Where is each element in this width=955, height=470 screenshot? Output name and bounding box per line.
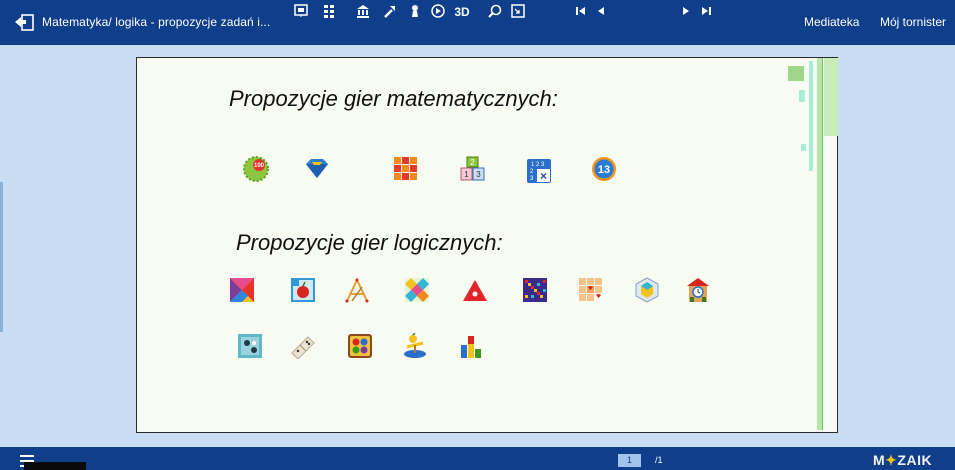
next-page-icon[interactable] <box>681 4 691 20</box>
clock-building-icon[interactable] <box>685 277 711 303</box>
app-title: Matematyka/ logika - propozycje zadań i.… <box>42 15 271 29</box>
game-100-icon[interactable]: 100 <box>243 156 269 182</box>
svg-text:2: 2 <box>470 158 475 167</box>
number-blocks-icon[interactable]: 213 <box>460 156 486 182</box>
logo-text-left: M <box>873 452 886 468</box>
heading-logic-games: Propozycje gier logicznych: <box>236 230 503 255</box>
decor-tick <box>801 144 806 151</box>
mozaik-logo: M✦ZAIK <box>873 452 932 469</box>
tools-icon[interactable] <box>383 4 397 20</box>
mediateka-link[interactable]: Mediateka <box>804 15 859 29</box>
heading-math-games: Propozycje gier matematycznych: <box>229 86 558 111</box>
hearts-grid-icon[interactable] <box>578 277 604 303</box>
decor-tick <box>799 90 805 102</box>
bar-blocks-icon[interactable] <box>459 333 485 359</box>
tooltip-strip <box>24 462 86 470</box>
svg-text:3: 3 <box>476 170 481 179</box>
logo-star-icon: ✦ <box>885 452 898 468</box>
dots-tile-icon[interactable] <box>237 333 263 359</box>
number-13-icon[interactable]: 13 <box>591 156 617 182</box>
diamond-shape-icon[interactable] <box>304 156 330 182</box>
color-balls-icon[interactable] <box>347 333 373 359</box>
page-total: /1 <box>655 455 663 465</box>
museum-icon[interactable] <box>356 4 370 20</box>
decor-line <box>822 58 823 430</box>
decor-square <box>788 66 804 81</box>
pawn-icon[interactable] <box>408 4 422 20</box>
page-number-input[interactable]: 1 <box>618 454 641 467</box>
svg-text:13: 13 <box>598 164 610 176</box>
balance-icon[interactable] <box>402 333 428 359</box>
grid-view-icon[interactable] <box>322 4 336 20</box>
play-icon[interactable] <box>431 4 445 20</box>
apple-picture-icon[interactable] <box>290 277 316 303</box>
multiplication-table-icon[interactable]: 1 2 3 2 3 × <box>526 158 552 184</box>
svg-text:3D: 3D <box>454 5 470 19</box>
svg-text:1 2 3: 1 2 3 <box>531 162 545 168</box>
prev-page-icon[interactable] <box>596 4 606 20</box>
side-tab[interactable] <box>0 182 3 332</box>
cube-view-icon[interactable] <box>634 277 660 303</box>
decor-bar <box>809 61 813 171</box>
presentation-icon[interactable] <box>294 4 308 20</box>
sticks-icon[interactable] <box>344 277 370 303</box>
domino-icon[interactable] <box>290 333 316 359</box>
slide-page: Propozycje gier matematycznych: 100 213 … <box>136 57 838 433</box>
svg-text:×: × <box>540 169 547 183</box>
red-triangle-icon[interactable] <box>462 277 488 303</box>
zoom-icon[interactable] <box>488 4 502 20</box>
decor-bar <box>824 58 838 136</box>
color-tiles-icon[interactable] <box>404 277 430 303</box>
colored-grid-icon[interactable] <box>522 277 548 303</box>
first-page-icon[interactable] <box>575 4 587 20</box>
bottom-toolbar <box>0 447 955 470</box>
fullscreen-icon[interactable] <box>511 4 525 20</box>
grid-blocks-icon[interactable] <box>393 156 419 182</box>
svg-text:100: 100 <box>254 163 265 169</box>
last-page-icon[interactable] <box>700 4 712 20</box>
logo-text-right: ZAIK <box>897 452 933 468</box>
tornister-link[interactable]: Mój tornister <box>880 15 946 29</box>
3d-icon[interactable]: 3D <box>452 3 472 19</box>
tangram-icon[interactable] <box>229 277 255 303</box>
svg-text:1: 1 <box>464 170 469 179</box>
back-icon[interactable] <box>14 14 34 31</box>
top-bar: Matematyka/ logika - propozycje zadań i.… <box>0 0 955 45</box>
